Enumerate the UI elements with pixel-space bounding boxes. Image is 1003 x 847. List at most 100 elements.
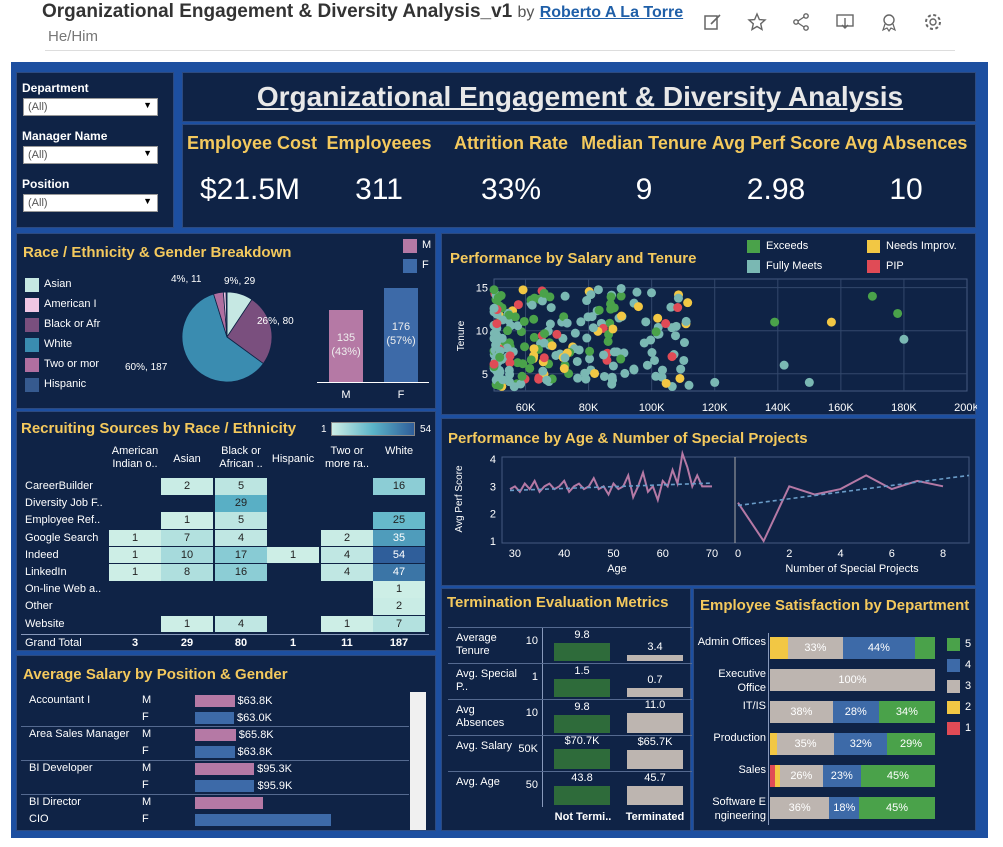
term-col-terminated: Terminated [625,811,685,823]
legend-swatch [25,318,39,332]
legend-swatch [25,278,39,292]
author-pronouns: He/Him [48,28,99,45]
proj-trend-line [737,474,970,507]
gender-legend-swatch [403,259,417,273]
download-icon[interactable] [834,12,856,34]
legend-swatch [25,378,39,392]
scatter-point [609,347,619,357]
scatter-point [495,352,505,362]
filter-department-select[interactable]: (All) ▼ [23,98,158,116]
satisfaction-panel: Employee Satisfaction by Department Admi… [693,588,976,831]
salary-bar [195,695,235,707]
share-icon[interactable] [790,12,812,34]
sat-dept-label: Production [713,732,766,744]
scatter-point [576,317,586,327]
heatmap-cell: 35 [373,529,425,547]
scatter-point [539,338,549,348]
filter-position-label: Position [22,177,70,191]
sat-legend-label: 3 [965,680,972,692]
scatter-point [590,368,600,378]
grand-total-cell: 3 [131,636,139,649]
term-bar-terminated [627,750,683,769]
term-col-not-terminated: Not Termi.. [554,811,612,823]
recruiting-panel: Recruiting Sources by Race / Ethnicity 1… [16,411,436,651]
salary-scrollbar[interactable] [410,692,426,830]
termination-title: Termination Evaluation Metrics [447,594,669,611]
heatmap-cell: 16 [215,564,267,581]
scatter-point [893,308,903,318]
badge-icon[interactable] [878,12,900,34]
heatmap-cell: 5 [215,478,267,495]
scatter-point [585,346,595,356]
by-label: by [517,4,535,21]
scatter-point [710,377,720,387]
scatter-point [608,324,618,334]
salary-row-divider [21,760,409,761]
star-icon[interactable] [746,12,768,34]
recruiting-title: Recruiting Sources by Race / Ethnicity [21,420,297,437]
kpi-panel: Employee Cost $21.5M Employeees 311 Attritio… [182,124,976,228]
sat-segment: 26% [779,765,823,787]
scatter-point [770,317,780,327]
age-x-tick: 60 [657,548,669,560]
sat-dept-label: Admin Offices [697,636,766,648]
term-value-terminated: 3.4 [647,640,663,653]
heatmap-cell: 10 [161,546,213,564]
sat-segment: 29% [887,733,935,755]
sat-segment: 44% [842,637,916,659]
scatter-point [641,317,651,327]
gender-axis-label: M [341,389,351,401]
salary-title: Average Salary by Position & Gender [23,666,288,683]
heatmap-cell: 1 [161,512,213,530]
race-gender-panel: Race / Ethnicity & Gender Breakdown Asia… [16,233,436,409]
age-x-label: Age [607,563,627,575]
scatter-point [559,364,569,374]
sat-segment: 38% [770,701,833,723]
grand-total-cell: 29 [180,636,194,649]
heatmap-row-label: Diversity Job F.. [25,497,103,510]
scatter-point [560,353,570,363]
scatter-point [639,338,649,348]
salary-bar-label: $63.0K [237,712,272,724]
term-axis-line [542,627,543,807]
salary-bar [195,712,235,724]
legend-label: Hispanic [44,378,87,390]
scatter-point [661,378,671,388]
term-value-not-terminated: 9.8 [574,629,590,642]
sat-legend-swatch [947,680,960,693]
sat-legend-swatch [947,701,960,714]
salary-position-label: Area Sales Manager [29,728,130,740]
scatter-point [574,345,584,355]
sat-dept-label: IT/IS [742,700,766,712]
filter-position-select[interactable]: (All) ▼ [23,194,158,212]
heatmap-cell: 2 [321,529,373,547]
heatmap-cell: 1 [109,564,161,581]
termination-panel: Termination Evaluation Metrics Average T… [441,588,692,831]
scatter-point [607,372,617,382]
sat-legend-swatch [947,659,960,672]
gender-legend-swatch [403,239,417,253]
scatter-point [513,358,523,368]
heatmap-cell: 17 [215,546,267,564]
scatter-y-tick: 5 [482,369,488,381]
scatter-point [675,373,685,383]
term-bar-not-terminated [554,715,610,733]
scatter-point [542,375,552,385]
scatter-point [503,326,513,336]
author-link[interactable]: Roberto A La Torre [540,4,683,21]
sat-legend-swatch [947,722,960,735]
salary-row-divider [21,794,409,795]
edit-icon[interactable] [702,12,724,34]
term-value-terminated: 45.7 [644,771,666,784]
heatmap-column-header: Hispanic [271,453,315,465]
filter-manager-select[interactable]: (All) ▼ [23,146,158,164]
gear-icon[interactable] [922,12,944,34]
sat-legend-swatch [947,638,960,651]
salary-panel: Average Salary by Position & Gender Acco… [16,655,436,831]
term-axis-tick: 50K [518,743,538,755]
term-axis-tick: 10 [525,635,538,647]
salary-gender-label: F [142,779,149,791]
race-pie-chart [181,291,273,383]
gender-bar-pct: (43%) [331,345,361,358]
pie-label-asian: 9%, 29 [224,276,256,287]
